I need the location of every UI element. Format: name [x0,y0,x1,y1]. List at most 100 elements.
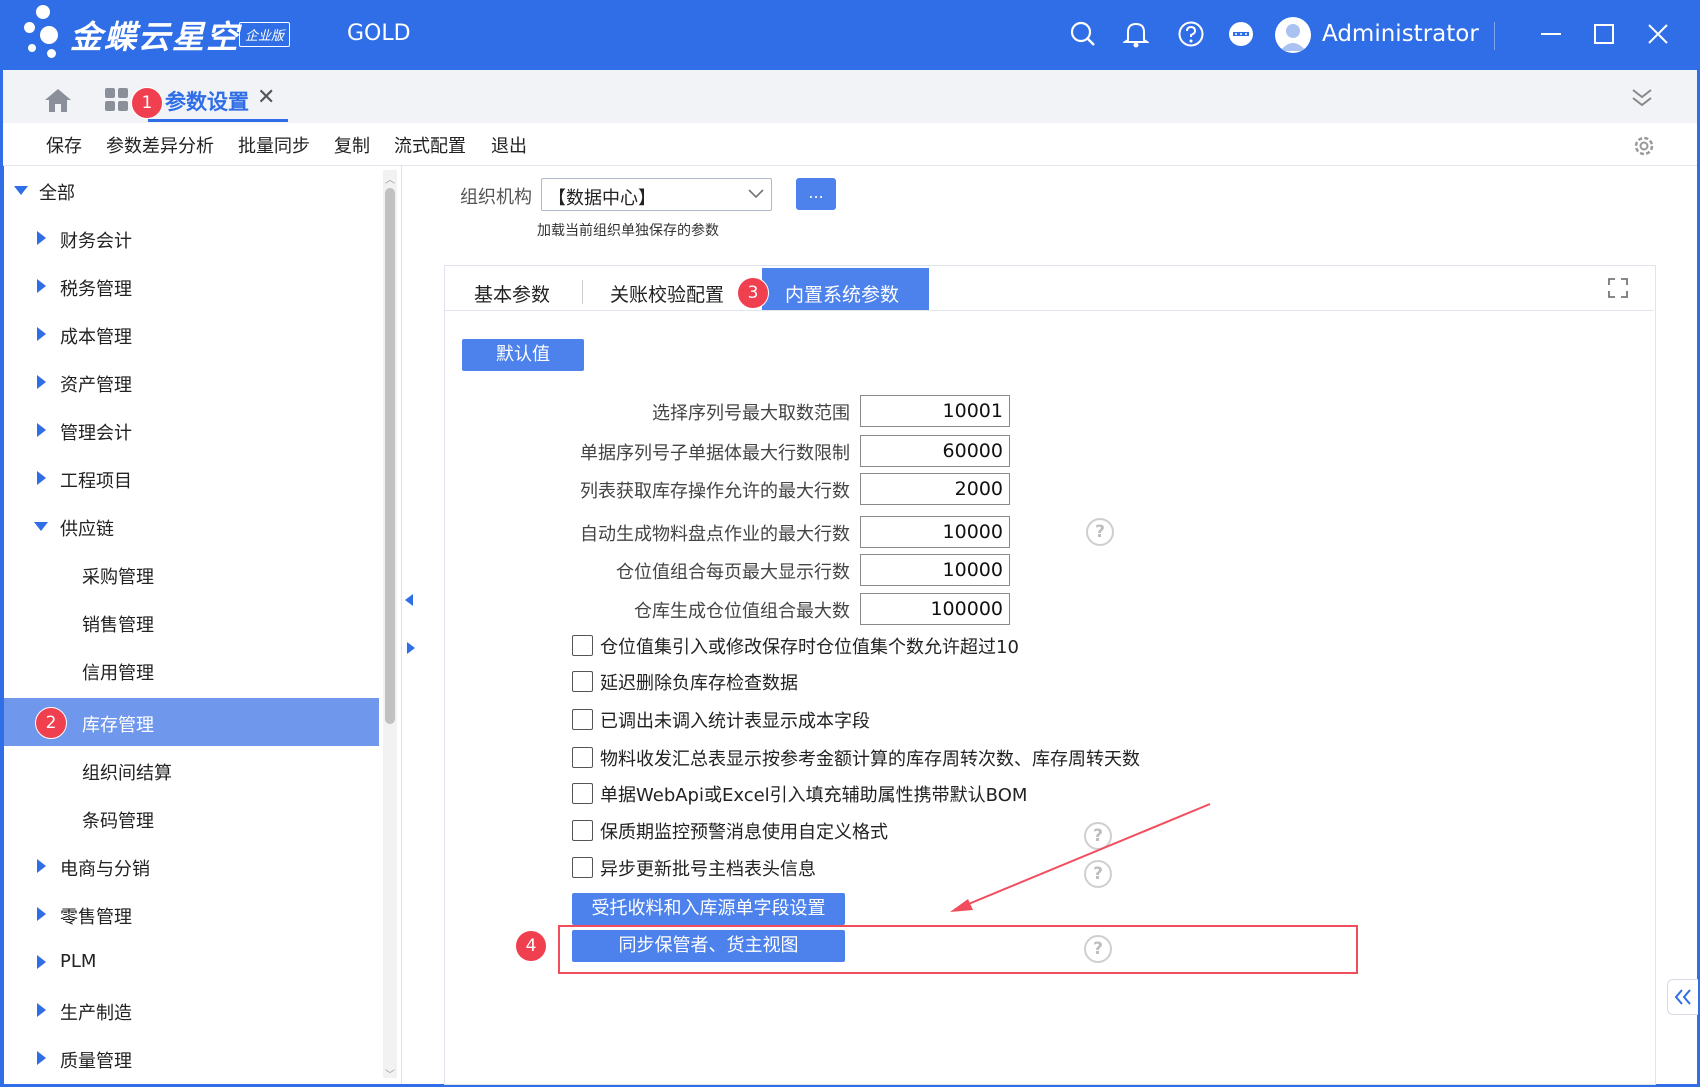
field-label: 单据序列号子单据体最大行数限制 [580,443,850,464]
minimize-icon[interactable] [1535,18,1567,50]
tree-item-tax[interactable]: 税务管理 [4,262,379,310]
tree-item-cost[interactable]: 成本管理 [4,310,379,358]
tree-item-credit[interactable]: 信用管理 [4,646,379,694]
checkbox[interactable] [572,709,593,730]
sidebar-tree: 全部 财务会计 税务管理 成本管理 资产管理 管理会计 工程项目 供应链 采购管… [4,166,382,1084]
tree-item-projects[interactable]: 工程项目 [4,454,379,502]
consignment-source-field-button[interactable]: 受托收料和入库源单字段设置 [572,893,845,925]
step-badge-1: 1 [131,87,163,119]
field-label: 仓位值组合每页最大显示行数 [616,562,850,583]
highlight-box [558,925,1358,974]
caret-right-icon[interactable] [37,375,46,389]
caret-right-icon[interactable] [37,907,46,921]
home-icon[interactable] [44,87,72,118]
logo-text: 金蝶云星空 [70,18,241,56]
active-tab-indicator [148,119,288,122]
user-name[interactable]: Administrator [1322,21,1479,47]
apps-grid-icon[interactable] [104,87,130,118]
chevron-double-down-icon[interactable] [1630,86,1654,115]
search-icon[interactable] [1067,18,1099,50]
tree-item-purchasing[interactable]: 采购管理 [4,550,379,598]
collapse-left-icon[interactable] [405,594,413,606]
tab-basic-params[interactable]: 基本参数 [474,280,550,307]
org-label: 组织机构 [460,187,532,208]
checkbox[interactable] [572,783,593,804]
tree-item-assets[interactable]: 资产管理 [4,358,379,406]
expand-right-icon[interactable] [407,642,415,654]
checkbox[interactable] [572,671,593,692]
tab-close-check-config[interactable]: 关账校验配置 [610,280,724,307]
checkbox[interactable] [572,747,593,768]
caret-right-icon[interactable] [37,859,46,873]
tab-parameter-settings[interactable]: 参数设置 [165,86,249,116]
exit-button[interactable]: 退出 [491,132,527,158]
caret-right-icon[interactable] [37,1051,46,1065]
location-combo-page-rows-input[interactable]: 10000 [860,554,1010,586]
default-values-button[interactable]: 默认值 [462,339,584,371]
tab-builtin-system-params[interactable]: 内置系统参数 [762,268,929,310]
tree-item-barcode[interactable]: 条码管理 [4,794,379,842]
tree-item-ecommerce[interactable]: 电商与分销 [4,842,379,890]
list-inventory-max-rows-input[interactable]: 2000 [860,473,1010,505]
more-icon[interactable] [1225,18,1257,50]
stocktake-max-rows-input[interactable]: 10000 [860,516,1010,548]
caret-right-icon[interactable] [37,231,46,245]
tab-divider [582,280,583,304]
warehouse-location-combo-max-input[interactable]: 100000 [860,593,1010,625]
caret-right-icon[interactable] [37,327,46,341]
chevron-double-left-icon[interactable] [1674,989,1692,1005]
tree-item-supply-chain[interactable]: 供应链 [4,502,379,550]
divider [1494,22,1495,50]
avatar[interactable] [1275,17,1311,53]
org-more-button[interactable]: ... [796,178,836,210]
caret-right-icon[interactable] [37,423,46,437]
maximize-icon[interactable] [1588,18,1620,50]
edition-badge: 企业版 [239,22,291,47]
serial-sub-max-rows-input[interactable]: 60000 [860,435,1010,467]
step-badge-4: 4 [515,930,547,962]
scroll-up-icon[interactable]: ︿ [385,171,395,186]
title-bar: 金蝶云星空 企业版 GOLD Administrator [0,0,1700,70]
caret-down-icon[interactable] [34,522,48,531]
copy-button[interactable]: 复制 [334,132,370,158]
serial-max-range-input[interactable]: 10001 [860,395,1010,427]
step-badge-2: 2 [35,707,67,739]
bell-icon[interactable] [1120,18,1152,50]
annotation-arrow [950,803,1211,912]
help-icon[interactable] [1175,18,1207,50]
chevron-down-icon[interactable] [748,188,764,200]
save-button[interactable]: 保存 [46,132,82,158]
tree-root-all[interactable]: 全部 [4,166,379,214]
tree-item-financial-accounting[interactable]: 财务会计 [4,214,379,262]
fullscreen-icon[interactable] [1607,277,1629,304]
tree-item-plm[interactable]: PLM [4,938,379,986]
field-label: 列表获取库存操作允许的最大行数 [580,481,850,502]
tree-item-inter-org-settlement[interactable]: 组织间结算 [4,746,379,794]
tree-item-quality[interactable]: 质量管理 [4,1034,379,1082]
field-label: 自动生成物料盘点作业的最大行数 [580,524,850,545]
close-icon[interactable] [1642,18,1674,50]
flow-config-button[interactable]: 流式配置 [394,132,466,158]
tree-item-manufacturing[interactable]: 生产制造 [4,986,379,1034]
tree-item-management-accounting[interactable]: 管理会计 [4,406,379,454]
step-badge-3: 3 [737,277,769,309]
tree-item-retail[interactable]: 零售管理 [4,890,379,938]
scroll-down-icon[interactable]: ﹀ [385,1066,395,1081]
checkbox[interactable] [572,635,593,656]
caret-right-icon[interactable] [37,955,46,969]
tree-item-sales[interactable]: 销售管理 [4,598,379,646]
question-icon[interactable]: ? [1086,518,1114,546]
caret-right-icon[interactable] [37,279,46,293]
tab-close-icon[interactable]: ✕ [257,85,275,110]
caret-down-icon[interactable] [14,186,28,195]
sidebar-scroll-thumb[interactable] [385,188,395,724]
org-select-value: 【数据中心】 [548,188,656,209]
param-diff-button[interactable]: 参数差异分析 [106,132,214,158]
caret-right-icon[interactable] [37,1003,46,1017]
caret-right-icon[interactable] [37,471,46,485]
checkbox[interactable] [572,857,593,878]
gear-icon[interactable] [1632,134,1656,163]
batch-sync-button[interactable]: 批量同步 [238,132,310,158]
side-panel-toggle[interactable] [1667,979,1698,1015]
checkbox[interactable] [572,820,593,841]
